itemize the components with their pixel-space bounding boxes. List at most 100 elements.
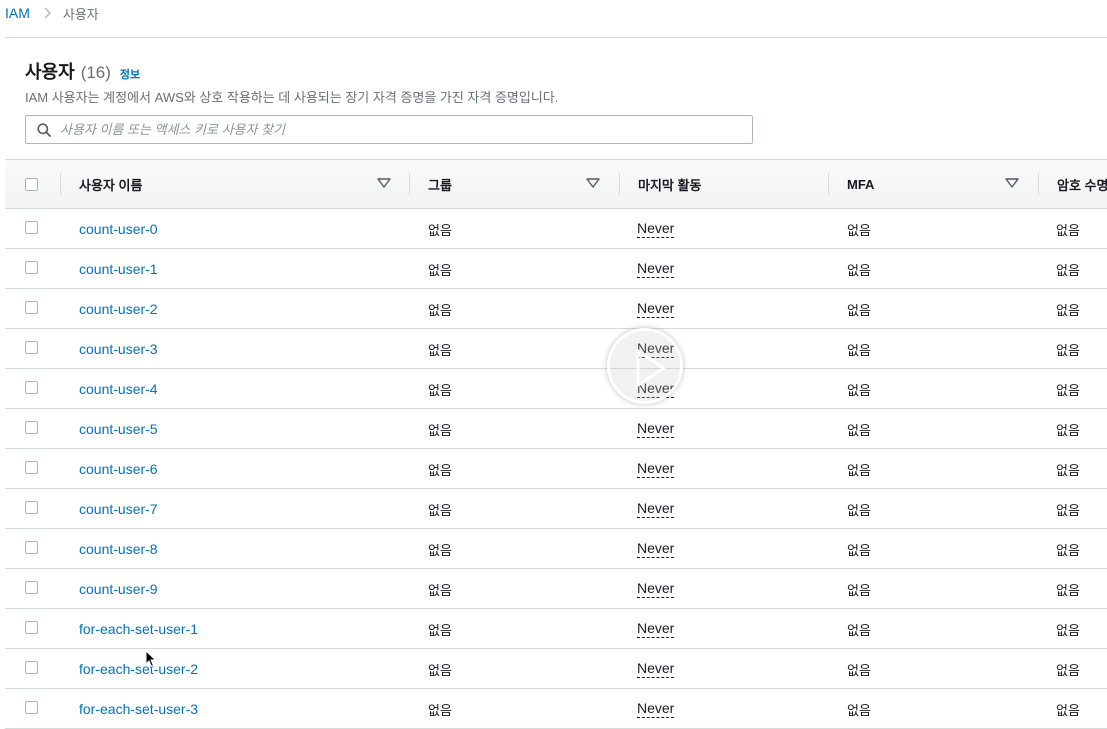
group-value: 없음 bbox=[428, 222, 452, 238]
password-age-cell: 없음 bbox=[1056, 369, 1080, 409]
last-activity-value[interactable]: Never bbox=[637, 420, 675, 438]
row-checkbox[interactable] bbox=[25, 460, 38, 474]
play-button[interactable] bbox=[607, 328, 683, 404]
row-select-cell bbox=[25, 407, 38, 447]
last-activity-value[interactable]: Never bbox=[637, 500, 675, 518]
last-activity-value[interactable]: Never bbox=[637, 700, 675, 718]
group-cell: 없음 bbox=[428, 209, 452, 249]
password-age-value: 없음 bbox=[1056, 502, 1080, 518]
table-row[interactable]: count-user-5 없음 Never 없음 없음 bbox=[5, 409, 1107, 449]
username-link[interactable]: for-each-set-user-3 bbox=[79, 701, 198, 717]
username-link[interactable]: count-user-4 bbox=[79, 381, 158, 397]
row-checkbox[interactable] bbox=[25, 380, 38, 394]
table-row[interactable]: count-user-0 없음 Never 없음 없음 bbox=[5, 209, 1107, 249]
row-checkbox[interactable] bbox=[25, 620, 38, 634]
user-count: (16) bbox=[80, 63, 111, 82]
column-header-last-activity[interactable]: 마지막 활동 bbox=[619, 160, 828, 208]
sort-caret-icon[interactable] bbox=[586, 178, 600, 188]
last-activity-value[interactable]: Never bbox=[637, 460, 675, 478]
table-row[interactable]: for-each-set-user-1 없음 Never 없음 없음 bbox=[5, 609, 1107, 649]
row-select-cell bbox=[25, 447, 38, 487]
row-checkbox[interactable] bbox=[25, 540, 38, 554]
row-checkbox[interactable] bbox=[25, 580, 38, 594]
username-link[interactable]: count-user-9 bbox=[79, 581, 158, 597]
chevron-right-icon bbox=[44, 7, 52, 19]
row-checkbox[interactable] bbox=[25, 300, 38, 314]
password-age-cell: 없음 bbox=[1056, 209, 1080, 249]
group-value: 없음 bbox=[428, 422, 452, 438]
users-panel: 사용자 (16) 정보 IAM 사용자는 계정에서 AWS와 상호 작용하는 데… bbox=[5, 37, 1107, 729]
select-all-checkbox[interactable] bbox=[25, 177, 38, 191]
username-cell: count-user-6 bbox=[79, 449, 158, 489]
table-row[interactable]: count-user-2 없음 Never 없음 없음 bbox=[5, 289, 1107, 329]
username-link[interactable]: for-each-set-user-2 bbox=[79, 661, 198, 677]
last-activity-cell: Never bbox=[637, 209, 675, 249]
last-activity-value[interactable]: Never bbox=[637, 620, 675, 638]
last-activity-value[interactable]: Never bbox=[637, 220, 675, 238]
password-age-cell: 없음 bbox=[1056, 329, 1080, 369]
username-link[interactable]: count-user-8 bbox=[79, 541, 158, 557]
last-activity-value[interactable]: Never bbox=[637, 260, 675, 278]
group-value: 없음 bbox=[428, 342, 452, 358]
row-checkbox[interactable] bbox=[25, 660, 38, 674]
mfa-cell: 없음 bbox=[847, 489, 871, 529]
row-select-cell bbox=[25, 487, 38, 527]
mfa-value: 없음 bbox=[847, 302, 871, 318]
last-activity-value[interactable]: Never bbox=[637, 540, 675, 558]
table-row[interactable]: for-each-set-user-2 없음 Never 없음 없음 bbox=[5, 649, 1107, 689]
table-row[interactable]: count-user-1 없음 Never 없음 없음 bbox=[5, 249, 1107, 289]
last-activity-value[interactable]: Never bbox=[637, 300, 675, 318]
password-age-cell: 없음 bbox=[1056, 569, 1080, 609]
table-row[interactable]: count-user-9 없음 Never 없음 없음 bbox=[5, 569, 1107, 609]
last-activity-value[interactable]: Never bbox=[637, 660, 675, 678]
sort-caret-icon[interactable] bbox=[1005, 178, 1019, 188]
row-checkbox[interactable] bbox=[25, 340, 38, 354]
search-icon bbox=[37, 122, 51, 137]
row-select-cell bbox=[25, 647, 38, 687]
column-header-password-age[interactable]: 암호 수명 bbox=[1038, 160, 1107, 208]
table-row[interactable]: count-user-4 없음 Never 없음 없음 bbox=[5, 369, 1107, 409]
row-checkbox[interactable] bbox=[25, 500, 38, 514]
username-link[interactable]: count-user-0 bbox=[79, 221, 158, 237]
mfa-value: 없음 bbox=[847, 342, 871, 358]
last-activity-cell: Never bbox=[637, 649, 675, 689]
username-link[interactable]: for-each-set-user-1 bbox=[79, 621, 198, 637]
row-checkbox[interactable] bbox=[25, 220, 38, 234]
username-link[interactable]: count-user-3 bbox=[79, 341, 158, 357]
username-link[interactable]: count-user-6 bbox=[79, 461, 158, 477]
table-row[interactable]: count-user-3 없음 Never 없음 없음 bbox=[5, 329, 1107, 369]
last-activity-cell: Never bbox=[637, 689, 675, 729]
password-age-value: 없음 bbox=[1056, 462, 1080, 478]
last-activity-cell: Never bbox=[637, 449, 675, 489]
username-cell: count-user-2 bbox=[79, 289, 158, 329]
table-row[interactable]: count-user-6 없음 Never 없음 없음 bbox=[5, 449, 1107, 489]
row-checkbox[interactable] bbox=[25, 700, 38, 714]
last-activity-cell: Never bbox=[637, 569, 675, 609]
column-header-group[interactable]: 그룹 bbox=[409, 160, 619, 208]
table-row[interactable]: count-user-7 없음 Never 없음 없음 bbox=[5, 489, 1107, 529]
username-link[interactable]: count-user-1 bbox=[79, 261, 158, 277]
column-header-username[interactable]: 사용자 이름 bbox=[60, 160, 409, 208]
username-cell: count-user-0 bbox=[79, 209, 158, 249]
row-select-cell bbox=[25, 327, 38, 367]
sort-caret-icon[interactable] bbox=[377, 178, 391, 188]
group-cell: 없음 bbox=[428, 369, 452, 409]
info-link[interactable]: 정보 bbox=[120, 66, 140, 82]
row-checkbox[interactable] bbox=[25, 260, 38, 274]
username-link[interactable]: count-user-5 bbox=[79, 421, 158, 437]
breadcrumb-iam-link[interactable]: IAM bbox=[5, 5, 30, 21]
play-icon bbox=[636, 349, 666, 387]
group-value: 없음 bbox=[428, 382, 452, 398]
username-link[interactable]: count-user-2 bbox=[79, 301, 158, 317]
row-select-cell bbox=[25, 367, 38, 407]
last-activity-value[interactable]: Never bbox=[637, 580, 675, 598]
username-cell: count-user-3 bbox=[79, 329, 158, 369]
password-age-cell: 없음 bbox=[1056, 529, 1080, 569]
row-checkbox[interactable] bbox=[25, 420, 38, 434]
username-link[interactable]: count-user-7 bbox=[79, 501, 158, 517]
search-input[interactable] bbox=[60, 122, 740, 137]
column-header-mfa[interactable]: MFA bbox=[828, 160, 1038, 208]
password-age-value: 없음 bbox=[1056, 622, 1080, 638]
table-row[interactable]: count-user-8 없음 Never 없음 없음 bbox=[5, 529, 1107, 569]
table-row[interactable]: for-each-set-user-3 없음 Never 없음 없음 bbox=[5, 689, 1107, 729]
